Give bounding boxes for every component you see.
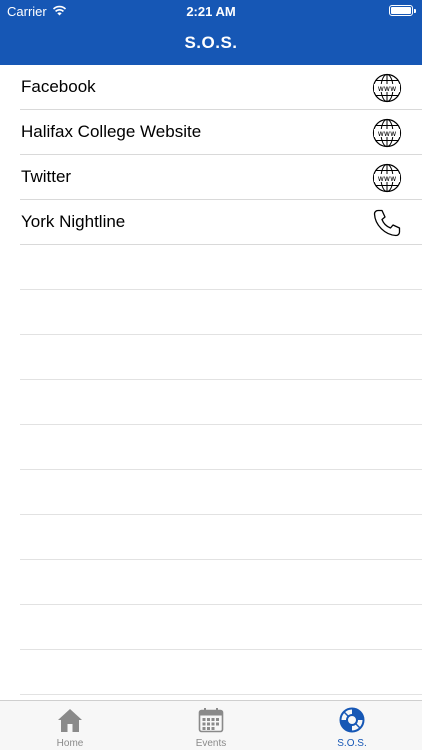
list-item-facebook[interactable]: Facebook www (20, 65, 422, 110)
empty-row (20, 560, 422, 605)
calendar-icon (198, 708, 224, 733)
svg-text:www: www (378, 84, 396, 93)
list-item-twitter[interactable]: Twitter www (20, 155, 422, 200)
list-item-halifax-college-website[interactable]: Halifax College Website www (20, 110, 422, 155)
tab-label: S.O.S. (337, 738, 367, 749)
list-item-label: York Nightline (21, 212, 126, 231)
sos-list: Facebook www Halifax College Website www… (0, 65, 422, 695)
status-time: 2:21 AM (186, 4, 236, 19)
empty-row (20, 245, 422, 290)
phone-icon (373, 209, 401, 237)
list-item-label: Halifax College Website (21, 122, 202, 141)
tab-sos[interactable]: S.O.S. (282, 701, 422, 750)
list-item-label: Facebook (21, 77, 96, 96)
empty-row (20, 515, 422, 560)
empty-row (20, 290, 422, 335)
empty-row (20, 470, 422, 515)
lifebuoy-icon (339, 707, 365, 733)
tab-bar: Home Events S.O.S. (0, 700, 422, 750)
empty-row (20, 335, 422, 380)
globe-www-icon: www (372, 163, 402, 193)
svg-text:www: www (378, 174, 396, 183)
svg-text:www: www (378, 129, 396, 138)
tab-home[interactable]: Home (0, 701, 140, 750)
globe-www-icon: www (372, 73, 402, 103)
globe-www-icon: www (372, 118, 402, 148)
tab-label: Home (56, 738, 84, 749)
list-item-label: Twitter (21, 167, 72, 186)
page-title: S.O.S. (184, 33, 238, 52)
tab-events[interactable]: Events (141, 701, 281, 750)
empty-row (20, 425, 422, 470)
status-bar: Carrier 2:21 AM (0, 0, 422, 22)
battery-icon (389, 5, 416, 16)
empty-row (20, 380, 422, 425)
empty-row (20, 605, 422, 650)
home-icon (58, 709, 82, 732)
list-item-york-nightline[interactable]: York Nightline (20, 200, 422, 245)
tab-label: Events (195, 738, 227, 749)
nav-header: Carrier 2:21 AM S.O.S. (0, 0, 422, 65)
empty-row (20, 650, 422, 695)
